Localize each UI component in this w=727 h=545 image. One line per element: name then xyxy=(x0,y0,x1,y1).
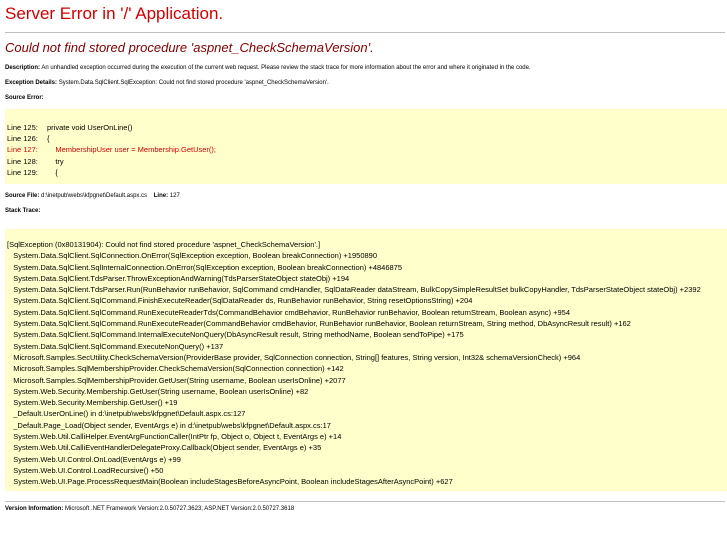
stack-trace-line: [SqlException (0x80131904): Could not fi… xyxy=(7,239,321,249)
stack-trace-line: System.Web.UI.Control.OnLoad(EventArgs e… xyxy=(7,454,181,464)
source-line-label: Line: xyxy=(153,192,169,199)
error-page: Server Error in '/' Application. Could n… xyxy=(0,0,727,513)
stack-trace-line: System.Web.Security.Membership.GetUser(S… xyxy=(7,386,309,396)
title-divider xyxy=(5,32,725,33)
stack-trace-heading: Stack Trace: xyxy=(5,207,722,215)
description-label: Description: xyxy=(5,65,41,71)
stack-trace-line: System.Web.Util.CalliEventHandlerDelegat… xyxy=(7,443,322,453)
line-number: Line 126: xyxy=(7,134,38,144)
version-text: Microsoft .NET Framework Version:2.0.507… xyxy=(65,506,295,513)
source-line-error: Line 127: MembershipUser user = Membersh… xyxy=(7,144,727,155)
version-label: Version Information: xyxy=(5,506,64,513)
stack-trace-line: System.Data.SqlClient.TdsParser.ThrowExc… xyxy=(7,273,350,283)
line-code: try xyxy=(47,156,64,166)
description: Description: An unhandled exception occu… xyxy=(5,64,722,72)
description-text: An unhandled exception occurred during t… xyxy=(41,65,531,71)
stack-trace-line: _Default.Page_Load(Object sender, EventA… xyxy=(7,420,331,430)
line-number: Line 129: xyxy=(7,167,38,177)
source-line: Line 128: try xyxy=(7,156,727,167)
stack-trace-line: System.Web.Security.Membership.GetUser()… xyxy=(7,398,178,408)
stack-trace-line: System.Data.SqlClient.SqlCommand.FinishE… xyxy=(7,296,473,306)
stack-trace-line: Microsoft.Samples.SqlMembershipProvider.… xyxy=(7,375,346,385)
source-error-code: Line 125: private void UserOnLine() Line … xyxy=(5,109,727,184)
source-line-number: 127 xyxy=(169,192,180,199)
error-message: Could not find stored procedure 'aspnet_… xyxy=(5,40,374,55)
line-code: MembershipUser user = Membership.GetUser… xyxy=(47,145,217,155)
line-code: { xyxy=(47,167,58,177)
source-line: Line 126: { xyxy=(7,133,727,144)
stack-trace-line: System.Data.SqlClient.SqlConnection.OnEr… xyxy=(7,251,378,261)
stack-trace-line: System.Data.SqlClient.SqlCommand.Execute… xyxy=(7,341,224,351)
line-code: { xyxy=(47,134,50,144)
source-file-path: d:\inetpub\webs\kfpgnet\Default.aspx.cs xyxy=(41,192,148,199)
line-number: Line 128: xyxy=(7,156,38,166)
stack-trace-line: Microsoft.Samples.SecUtility.CheckSchema… xyxy=(7,352,581,362)
stack-trace-line: System.Data.SqlClient.TdsParser.Run(RunB… xyxy=(7,285,701,295)
exception-details: Exception Details: System.Data.SqlClient… xyxy=(5,79,722,87)
page-title: Server Error in '/' Application. xyxy=(5,4,224,23)
source-line: Line 125: private void UserOnLine() xyxy=(7,122,727,133)
stack-trace-line: System.Data.SqlClient.SqlCommand.RunExec… xyxy=(7,307,570,317)
source-error-heading: Source Error: xyxy=(5,94,722,102)
stack-trace: [SqlException (0x80131904): Could not fi… xyxy=(5,228,727,492)
stack-trace-line: System.Web.Util.CalliHelper.EventArgFunc… xyxy=(7,431,342,441)
exception-details-label: Exception Details: xyxy=(5,80,58,86)
line-number: Line 127: xyxy=(7,145,38,155)
version-information: Version Information: Microsoft .NET Fram… xyxy=(5,505,722,513)
stack-trace-line: System.Web.UI.Control.LoadRecursive() +5… xyxy=(7,465,164,475)
source-line: Line 129: { xyxy=(7,167,727,178)
stack-trace-line: System.Data.SqlClient.SqlCommand.RunExec… xyxy=(7,319,631,329)
exception-details-text: System.Data.SqlClient.SqlException: Coul… xyxy=(58,80,329,86)
source-file: Source File: d:\inetpub\webs\kfpgnet\Def… xyxy=(5,192,722,200)
stack-trace-line: System.Web.UI.Page.ProcessRequestMain(Bo… xyxy=(7,477,453,487)
stack-trace-line: _Default.UserOnLine() in d:\inetpub\webs… xyxy=(7,409,246,419)
stack-trace-label: Stack Trace: xyxy=(5,207,41,214)
line-number: Line 125: xyxy=(7,123,38,132)
footer-divider xyxy=(5,501,725,503)
line-code: private void UserOnLine() xyxy=(47,123,133,132)
source-file-label: Source File: xyxy=(5,192,40,199)
source-error-label: Source Error: xyxy=(5,95,44,101)
stack-trace-line: System.Data.SqlClient.SqlCommand.Interna… xyxy=(7,330,464,340)
stack-trace-line: Microsoft.Samples.SqlMembershipProvider.… xyxy=(7,364,344,374)
stack-trace-line: System.Data.SqlClient.SqlInternalConnect… xyxy=(7,262,403,272)
